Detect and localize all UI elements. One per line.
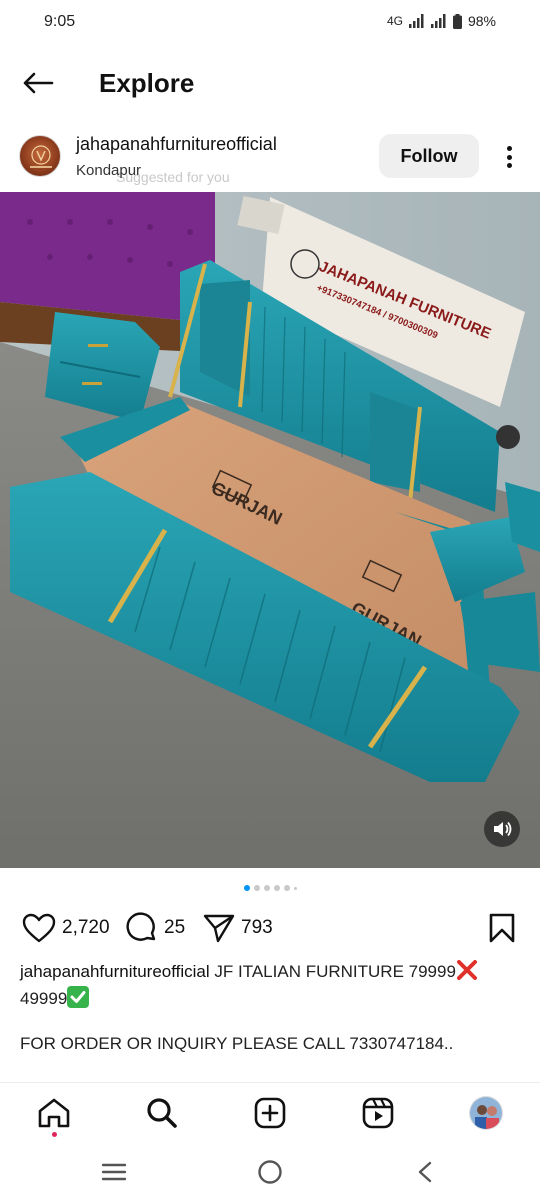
red-x-emoji-icon bbox=[456, 960, 477, 980]
tab-reels[interactable] bbox=[358, 1093, 398, 1133]
status-time: 9:05 bbox=[44, 13, 76, 30]
home-system-button[interactable] bbox=[253, 1158, 287, 1186]
system-nav-bar bbox=[0, 1144, 540, 1200]
tab-create[interactable] bbox=[250, 1093, 290, 1133]
notification-dot bbox=[52, 1132, 57, 1137]
share-count: 793 bbox=[241, 917, 273, 938]
tab-home[interactable] bbox=[34, 1093, 74, 1137]
arrow-left-icon bbox=[23, 72, 54, 94]
search-icon bbox=[147, 1098, 177, 1128]
status-bar: 9:05 4G 98% bbox=[0, 0, 540, 46]
caption-contact-line: FOR ORDER OR INQUIRY PLEASE CALL 7330747… bbox=[20, 1034, 454, 1053]
post-caption: jahapanahfurnitureofficial JF ITALIAN FU… bbox=[20, 958, 525, 1012]
menu-lines-icon bbox=[101, 1163, 127, 1181]
app-header: Explore bbox=[0, 54, 540, 112]
post-actions: 2,720 25 793 bbox=[0, 906, 540, 950]
comment-count: 25 bbox=[164, 917, 186, 938]
battery-level: 98% bbox=[467, 13, 496, 29]
circle-home-icon bbox=[258, 1160, 282, 1184]
page-title: Explore bbox=[99, 68, 195, 98]
carousel-dot bbox=[293, 886, 297, 890]
brand-logo-icon bbox=[30, 145, 52, 168]
battery-icon bbox=[452, 13, 462, 29]
author-username[interactable]: jahapanahfurnitureofficial bbox=[76, 134, 277, 155]
comment-button[interactable]: 25 bbox=[126, 906, 185, 950]
bookmark-icon bbox=[489, 913, 515, 943]
follow-button[interactable]: Follow bbox=[379, 134, 479, 178]
carousel-dot bbox=[273, 885, 280, 891]
home-icon bbox=[38, 1098, 70, 1128]
product-photo: JAHAPANAH FURNITURE +917330747184 / 9700… bbox=[0, 192, 540, 868]
more-options-button[interactable] bbox=[496, 142, 522, 172]
comment-icon bbox=[126, 912, 156, 941]
tab-search[interactable] bbox=[142, 1093, 182, 1133]
recent-apps-button[interactable] bbox=[97, 1158, 131, 1186]
post-header: jahapanahfurnitureofficial Suggested for… bbox=[0, 122, 540, 192]
bottom-tab-bar bbox=[0, 1082, 540, 1144]
tab-profile[interactable] bbox=[466, 1093, 506, 1133]
profile-avatar bbox=[469, 1096, 503, 1130]
like-count: 2,720 bbox=[62, 917, 110, 938]
chevron-left-icon bbox=[418, 1161, 432, 1183]
status-indicators: 4G 98% bbox=[387, 13, 496, 29]
carousel-dot bbox=[243, 885, 250, 891]
author-avatar[interactable] bbox=[19, 135, 61, 177]
post-location[interactable]: Kondapur bbox=[76, 162, 141, 179]
speaker-icon bbox=[494, 821, 512, 837]
reels-icon bbox=[362, 1097, 394, 1129]
green-check-emoji-icon bbox=[67, 986, 90, 1008]
signal-icon-2 bbox=[430, 14, 446, 28]
caption-username[interactable]: jahapanahfurnitureofficial bbox=[20, 962, 210, 981]
caption-text-b: 49999 bbox=[20, 989, 68, 1008]
carousel-dot bbox=[253, 885, 260, 891]
carousel-indicator bbox=[0, 882, 540, 894]
heart-icon bbox=[22, 913, 56, 943]
save-button[interactable] bbox=[486, 912, 518, 944]
more-vertical-icon bbox=[506, 146, 512, 151]
network-type: 4G bbox=[386, 14, 403, 28]
plus-square-icon bbox=[254, 1097, 286, 1129]
like-button[interactable]: 2,720 bbox=[22, 906, 110, 950]
caption-text-a: JF ITALIAN FURNITURE 79999 bbox=[214, 962, 456, 981]
signal-icon bbox=[408, 14, 424, 28]
carousel-dot bbox=[283, 885, 290, 891]
sound-toggle-button[interactable] bbox=[484, 811, 520, 847]
send-icon bbox=[203, 914, 235, 943]
carousel-dot bbox=[263, 885, 270, 891]
post-media[interactable]: JAHAPANAH FURNITURE +917330747184 / 9700… bbox=[0, 192, 540, 868]
back-button[interactable] bbox=[18, 66, 58, 100]
share-button[interactable]: 793 bbox=[203, 906, 273, 950]
back-system-button[interactable] bbox=[408, 1158, 442, 1186]
